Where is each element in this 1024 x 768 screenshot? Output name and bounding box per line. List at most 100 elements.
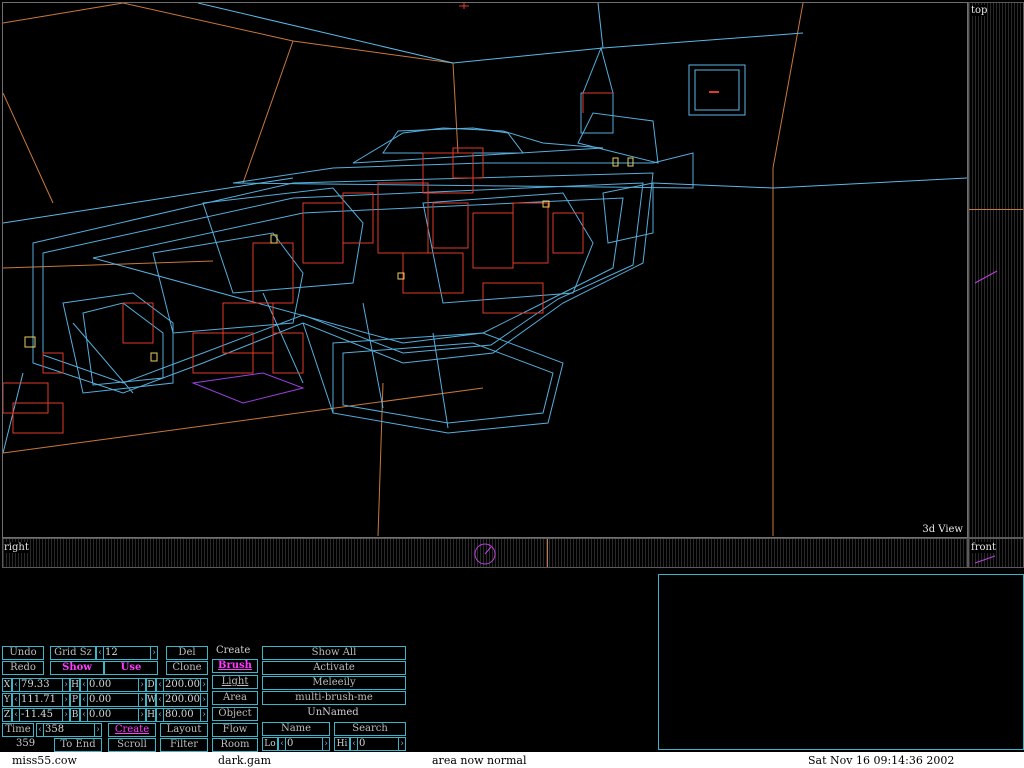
use-button[interactable]: Use (104, 661, 158, 675)
hi-field[interactable]: ‹ 0 › (350, 737, 406, 751)
viewport-label-front: front (971, 542, 996, 553)
show-all-button[interactable]: Show All (262, 646, 406, 660)
width-decrease-icon[interactable]: ‹ (157, 694, 164, 706)
lo-field[interactable]: ‹ 0 › (278, 737, 330, 751)
grid-size-value: 12 (105, 647, 118, 658)
z-axis-tag: Z (2, 708, 12, 722)
bank-increase-icon[interactable]: › (138, 709, 145, 721)
height-increase-icon[interactable]: › (200, 709, 207, 721)
object-wireframe (3, 92, 613, 434)
time-label: Time (2, 723, 34, 737)
brush-wireframe (32, 46, 694, 434)
status-bar: miss55.cow dark.gam area now normal Sat … (0, 752, 1024, 768)
pitch-field[interactable]: ‹ 0.00 › (80, 693, 146, 707)
viewport-label-top: top (971, 5, 988, 16)
x-axis-tag: X (2, 678, 12, 692)
pitch-increase-icon[interactable]: › (138, 694, 145, 706)
red-marker (709, 91, 719, 93)
grid-size-stepper[interactable]: ‹ 12 › (96, 646, 158, 660)
top-view-camera (974, 270, 998, 284)
width-field[interactable]: ‹ 200.00 › (156, 693, 208, 707)
x-position-field[interactable]: ‹ 79.33 › (12, 678, 70, 692)
filter-button[interactable]: Filter (160, 738, 208, 752)
redo-button[interactable]: Redo (2, 661, 44, 675)
clone-button[interactable]: Clone (166, 661, 208, 675)
undo-button[interactable]: Undo (2, 646, 44, 660)
scroll-button[interactable]: Scroll (108, 738, 156, 752)
width-increase-icon[interactable]: › (200, 694, 207, 706)
pitch-tag: P (70, 693, 80, 707)
meleely-button[interactable]: Meleeily (262, 676, 406, 690)
lo-increase-icon[interactable]: › (322, 738, 329, 750)
y-increase-icon[interactable]: › (62, 694, 69, 706)
time-field[interactable]: ‹ 358 › (36, 723, 102, 737)
height-tag: H (146, 708, 156, 722)
3d-viewport[interactable]: 3d View (2, 2, 968, 538)
z-position-field[interactable]: ‹ -11.45 › (12, 708, 70, 722)
brush-name-label: UnNamed (307, 707, 359, 718)
z-decrease-icon[interactable]: ‹ (13, 709, 20, 721)
mode-create-label: Create (216, 645, 251, 656)
bank-value: 0.00 (89, 709, 112, 720)
x-position-value: 79.33 (21, 679, 50, 690)
y-decrease-icon[interactable]: ‹ (13, 694, 20, 706)
viewport-label-right: right (4, 542, 29, 553)
hi-decrease-icon[interactable]: ‹ (351, 738, 358, 750)
lo-decrease-icon[interactable]: ‹ (279, 738, 286, 750)
time-decrease-icon[interactable]: ‹ (37, 724, 44, 736)
lo-label: Lo (262, 737, 278, 751)
time-increase-icon[interactable]: › (94, 724, 101, 736)
height-decrease-icon[interactable]: ‹ (157, 709, 164, 721)
bank-decrease-icon[interactable]: ‹ (81, 709, 88, 721)
depth-increase-icon[interactable]: › (200, 679, 207, 691)
info-panel (658, 574, 1024, 750)
width-tag: W (146, 693, 157, 707)
light-mode-button[interactable]: Light (212, 675, 258, 689)
grid-size-label: Grid Sz (50, 646, 96, 660)
x-decrease-icon[interactable]: ‹ (13, 679, 20, 691)
flow-mode-button[interactable]: Flow (212, 723, 258, 737)
hi-value: 0 (359, 738, 366, 749)
depth-field[interactable]: ‹ 200.00 › (156, 678, 208, 692)
height-value: 80.00 (165, 709, 194, 720)
mission-file: miss55.cow (12, 754, 77, 767)
heading-increase-icon[interactable]: › (138, 679, 145, 691)
heading-decrease-icon[interactable]: ‹ (81, 679, 88, 691)
x-increase-icon[interactable]: › (62, 679, 69, 691)
right-view-camera (474, 543, 496, 565)
grid-size-increase-icon[interactable]: › (150, 647, 157, 659)
multi-brush-field[interactable]: multi-brush-me (262, 691, 406, 705)
hi-label: Hi (334, 737, 350, 751)
front-viewport[interactable]: front (968, 538, 1024, 568)
activate-button[interactable]: Activate (262, 661, 406, 675)
heading-field[interactable]: ‹ 0.00 › (80, 678, 146, 692)
search-button[interactable]: Search (334, 722, 406, 736)
y-position-value: 111.71 (21, 694, 56, 705)
create-button[interactable]: Create (108, 723, 156, 737)
height-field[interactable]: ‹ 80.00 › (156, 708, 208, 722)
hi-increase-icon[interactable]: › (398, 738, 405, 750)
name-button[interactable]: Name (262, 722, 330, 736)
bank-field[interactable]: ‹ 0.00 › (80, 708, 146, 722)
layout-button[interactable]: Layout (160, 723, 208, 737)
bank-tag: B (70, 708, 80, 722)
to-end-button[interactable]: To End (54, 738, 102, 752)
pitch-decrease-icon[interactable]: ‹ (81, 694, 88, 706)
area-mode-button[interactable]: Area (212, 691, 258, 705)
width-value: 200.00 (165, 694, 200, 705)
brush-mode-button[interactable]: Brush (212, 659, 258, 673)
room-mode-button[interactable]: Room (212, 738, 258, 752)
z-position-value: -11.45 (21, 709, 54, 720)
depth-decrease-icon[interactable]: ‹ (157, 679, 164, 691)
right-viewport[interactable]: right (2, 538, 968, 568)
del-button[interactable]: Del (166, 646, 208, 660)
heading-tag: H (70, 678, 80, 692)
object-mode-button[interactable]: Object (212, 707, 258, 721)
grid-size-decrease-icon[interactable]: ‹ (97, 647, 104, 659)
time-sub-value: 359 (16, 738, 36, 749)
show-button[interactable]: Show (50, 661, 104, 675)
z-increase-icon[interactable]: › (62, 709, 69, 721)
y-position-field[interactable]: ‹ 111.71 › (12, 693, 70, 707)
gamesys-file: dark.gam (218, 754, 272, 767)
top-viewport[interactable]: top (968, 2, 1024, 538)
